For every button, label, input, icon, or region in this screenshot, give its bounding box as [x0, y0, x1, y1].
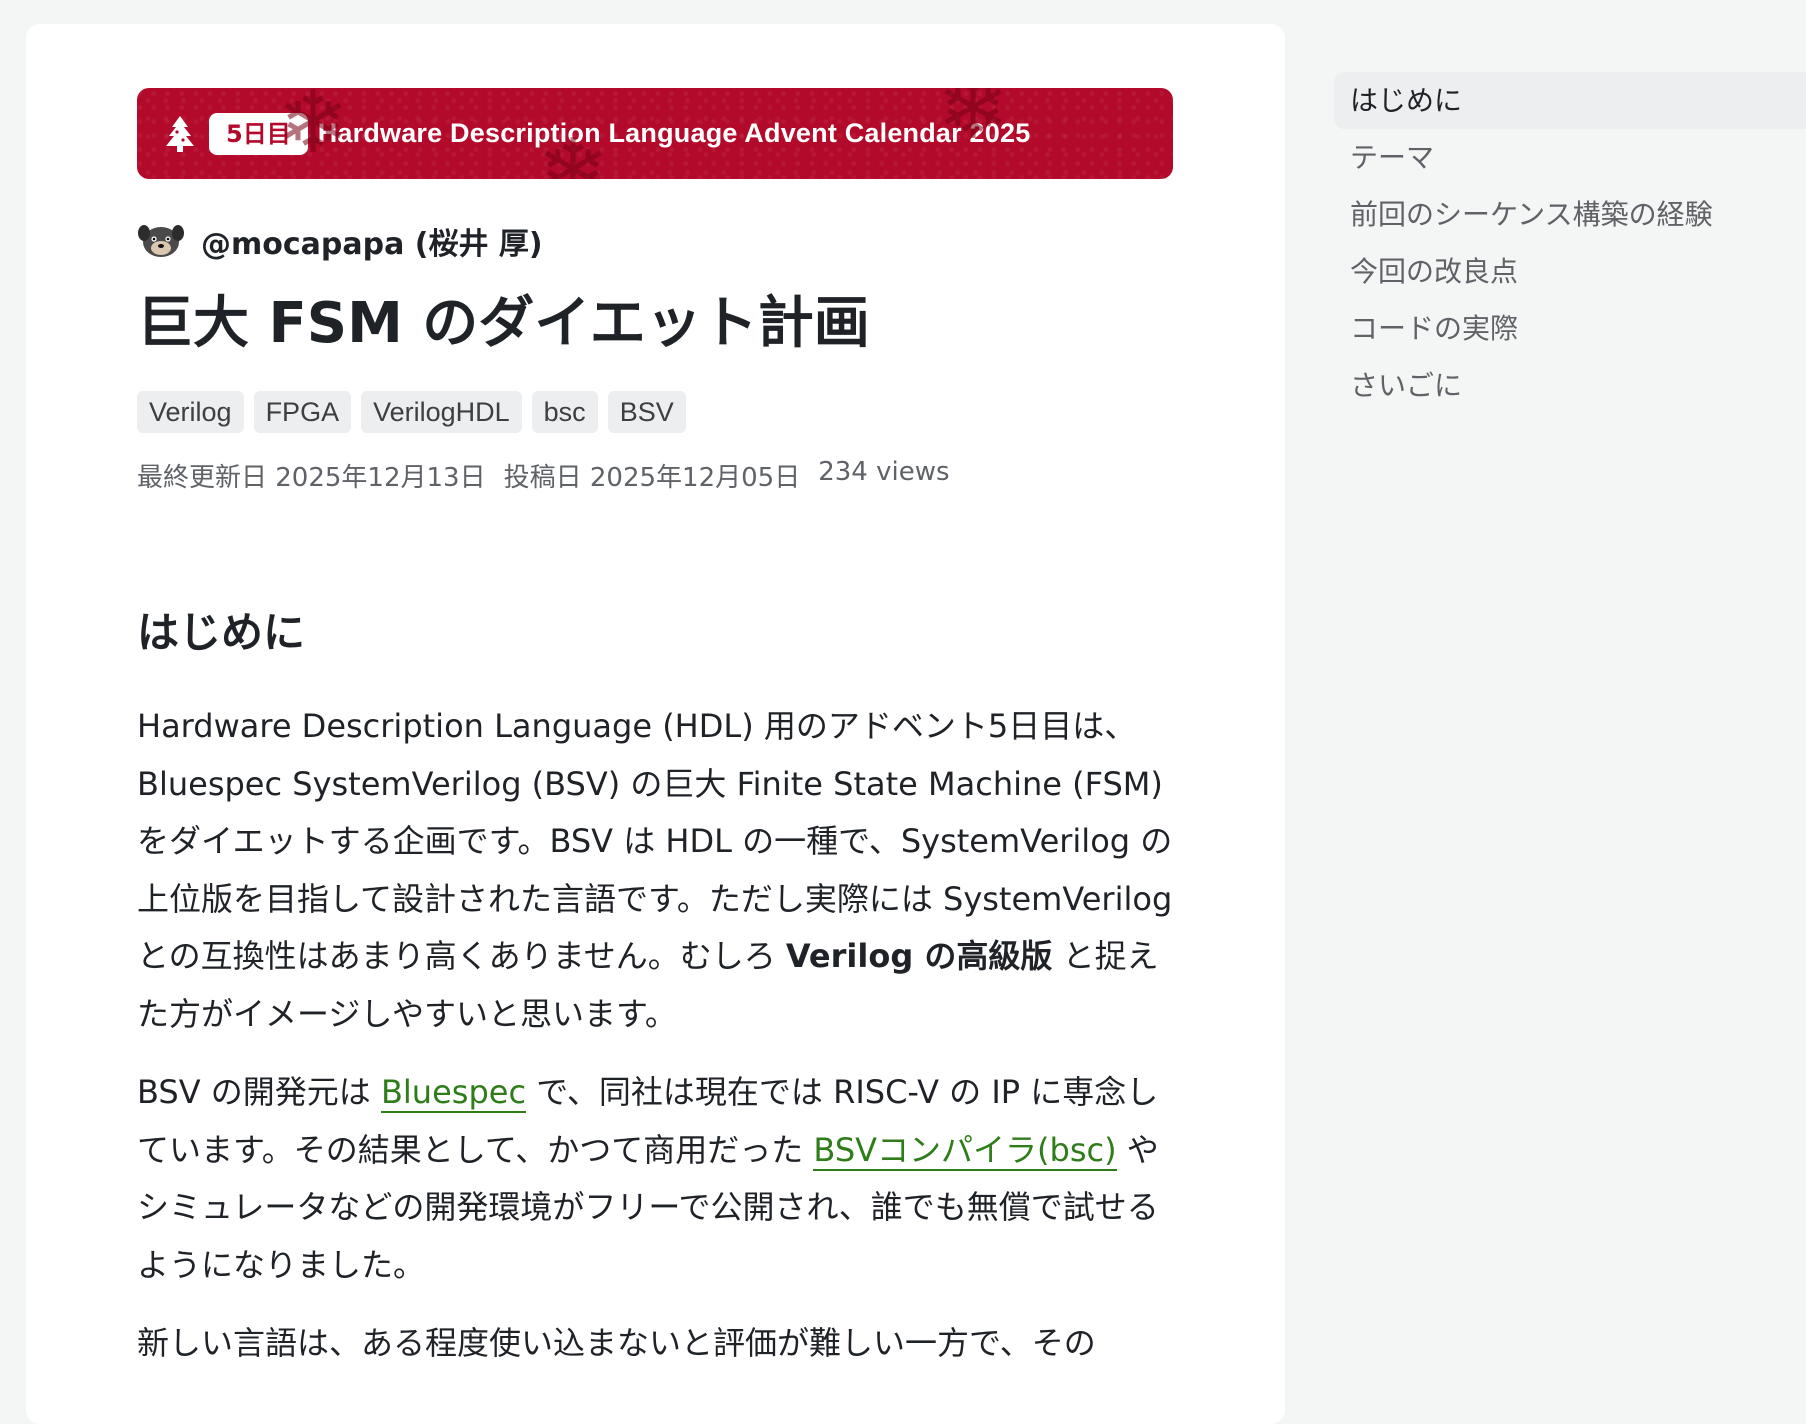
tag-bsv[interactable]: BSV: [607, 391, 686, 433]
toc-item-theme[interactable]: テーマ: [1334, 129, 1806, 186]
tree-icon: [163, 114, 197, 154]
toc-item-previous-experience[interactable]: 前回のシーケンス構築の経験: [1334, 186, 1806, 243]
paragraph-1: Hardware Description Language (HDL) 用のアド…: [137, 698, 1173, 1043]
paragraph-text: BSV の開発元は: [137, 1073, 381, 1111]
banner-title: Hardware Description Language Advent Cal…: [317, 118, 1031, 148]
dog-avatar-icon[interactable]: [137, 221, 185, 261]
section-heading: はじめに: [137, 608, 306, 657]
table-of-contents: はじめに テーマ 前回のシーケンス構築の経験 今回の改良点 コードの実際 さいご…: [1334, 72, 1806, 414]
paragraph-text: Hardware Description Language (HDL) 用のアド…: [137, 707, 1173, 975]
posted-date: 投稿日 2025年12月05日: [503, 463, 801, 493]
paragraph-2: BSV の開発元は Bluespec で、同社は現在では RISC-V の IP…: [137, 1064, 1173, 1294]
tag-bsc[interactable]: bsc: [531, 391, 598, 433]
tag-veriloghdl[interactable]: VerilogHDL: [361, 391, 522, 433]
toc-item-code[interactable]: コードの実際: [1334, 300, 1806, 357]
paragraph-3: 新しい言語は、ある程度使い込まないと評価が難しい一方で、その: [137, 1324, 1096, 1362]
bluespec-link[interactable]: Bluespec: [380, 1073, 527, 1113]
bsc-compiler-link[interactable]: BSVコンパイラ(bsc): [813, 1130, 1117, 1171]
toc-item-saigoni[interactable]: さいごに: [1334, 357, 1806, 414]
tag-fpga[interactable]: FPGA: [253, 391, 352, 433]
snowflake-decoration-icon: ❄: [937, 88, 1010, 159]
article-card: ❄ ❄ ❄ 5日目 Hardware Description Language …: [26, 24, 1285, 1424]
article-title: 巨大 FSM のダイエット計画: [137, 291, 870, 356]
author-row[interactable]: @mocapapa (桜井 厚): [137, 219, 1173, 263]
bold-text: Verilog の高級版: [785, 937, 1053, 975]
snowflake-decoration-icon: ❄: [537, 121, 610, 179]
snowflake-decoration-icon: ❄: [277, 88, 350, 173]
advent-calendar-banner[interactable]: ❄ ❄ ❄ 5日目 Hardware Description Language …: [137, 88, 1173, 179]
updated-date: 最終更新日 2025年12月13日: [137, 463, 486, 493]
article-content: ❄ ❄ ❄ 5日目 Hardware Description Language …: [137, 88, 1173, 1373]
tag-list: Verilog FPGA VerilogHDL bsc BSV: [137, 391, 1173, 433]
toc-item-hajimeni[interactable]: はじめに: [1334, 72, 1806, 129]
author-name[interactable]: @mocapapa (桜井 厚): [201, 219, 543, 263]
tag-verilog[interactable]: Verilog: [137, 391, 244, 433]
view-count: 234 views: [818, 457, 950, 487]
article-meta: 最終更新日 2025年12月13日 投稿日 2025年12月05日 234 vi…: [137, 457, 1173, 494]
toc-item-improvements[interactable]: 今回の改良点: [1334, 243, 1806, 300]
